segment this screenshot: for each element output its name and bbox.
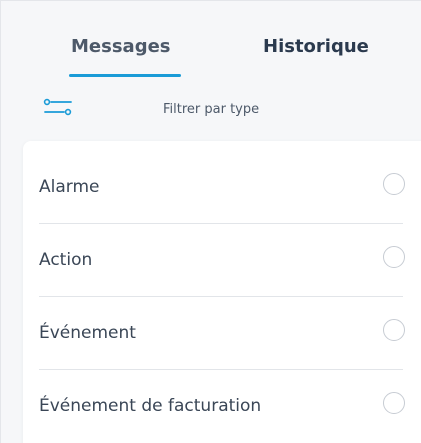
option-evenement-facturation[interactable]: Événement de facturation <box>39 370 421 443</box>
active-tab-indicator <box>69 74 181 77</box>
filter-bar: Filtrer par type <box>1 93 421 129</box>
filter-panel: Messages Historique Filtrer par type Ala… <box>0 0 421 443</box>
option-label: Événement de facturation <box>39 396 262 416</box>
tab-bar: Messages Historique <box>1 1 421 83</box>
filter-sliders-icon[interactable] <box>43 98 73 116</box>
option-label: Action <box>39 250 93 270</box>
option-label: Alarme <box>39 177 100 197</box>
radio-button[interactable] <box>383 319 405 341</box>
radio-button[interactable] <box>383 173 405 195</box>
tab-history[interactable]: Historique <box>263 35 369 59</box>
option-label: Événement <box>39 323 136 343</box>
option-action[interactable]: Action <box>39 224 421 297</box>
option-evenement[interactable]: Événement <box>39 297 421 370</box>
tab-messages[interactable]: Messages <box>71 35 171 59</box>
type-options-list: Alarme Action Événement Événement de fac… <box>23 141 421 443</box>
radio-button[interactable] <box>383 392 405 414</box>
radio-button[interactable] <box>383 246 405 268</box>
option-alarme[interactable]: Alarme <box>39 151 421 224</box>
filter-label: Filtrer par type <box>163 102 260 117</box>
